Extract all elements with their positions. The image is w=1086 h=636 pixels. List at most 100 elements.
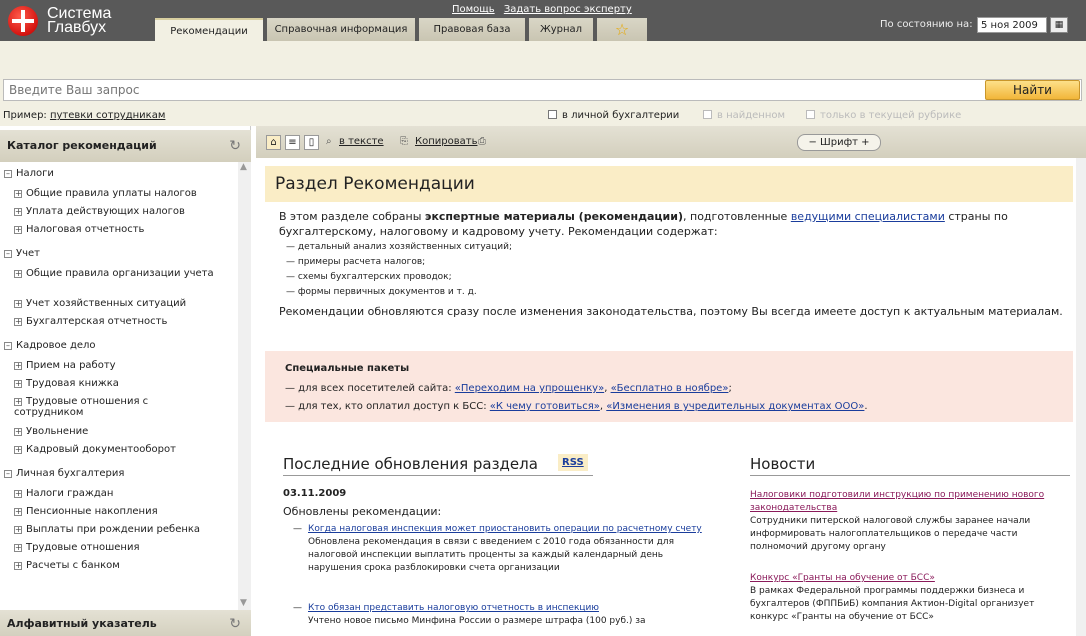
left-panel: Каталог рекомендаций ↻ – Налоги + Общие пр… xyxy=(0,126,251,636)
example-link[interactable]: путевки сотрудникам xyxy=(50,110,165,121)
rss-link[interactable]: RSS xyxy=(558,454,588,471)
expand-icon[interactable]: + xyxy=(14,446,22,454)
update-text: Обновлена рекомендация в связи с введени… xyxy=(308,537,674,573)
search-example: Пример: путевки сотрудникам xyxy=(3,110,166,121)
expand-icon[interactable]: + xyxy=(14,428,22,436)
expand-icon[interactable]: + xyxy=(14,380,22,388)
expand-icon[interactable]: + xyxy=(14,562,22,570)
catalog-item[interactable]: + Бухгалтерская отчетность xyxy=(0,316,167,327)
catalog-item[interactable]: + Расчеты с банком xyxy=(0,560,120,571)
content-scrollbar[interactable] xyxy=(1076,158,1086,636)
expand-icon[interactable]: + xyxy=(14,398,22,406)
document-icon[interactable]: ▯ xyxy=(304,135,319,150)
expand-icon[interactable]: + xyxy=(14,208,22,216)
tab-journal[interactable]: Журнал xyxy=(529,18,593,41)
package-link[interactable]: «Переходим на упрощенку» xyxy=(455,383,604,394)
collapse-icon[interactable]: – xyxy=(4,470,12,478)
expand-icon[interactable]: + xyxy=(14,190,22,198)
expand-icon[interactable]: + xyxy=(14,508,22,516)
date-label: По состоянию на: xyxy=(880,19,973,30)
expand-icon[interactable]: + xyxy=(14,362,22,370)
catalog-item[interactable]: + Общие правила уплаты налогов xyxy=(0,188,197,199)
expand-icon[interactable]: + xyxy=(14,270,22,278)
expand-icon[interactable]: + xyxy=(14,526,22,534)
search-button[interactable]: Найти xyxy=(985,80,1080,100)
alpha-index-header[interactable]: Алфавитный указатель ↻ xyxy=(0,610,251,636)
expand-icon[interactable]: + xyxy=(14,318,22,326)
filter-current-section[interactable]: только в текущей рубрике xyxy=(806,110,961,121)
content-toolbar: ⌂ ≡ ▯ ⌕ в тексте ⎘ Копировать ⎙ − Шрифт … xyxy=(256,126,1086,158)
search-text-icon[interactable]: ⌕ xyxy=(326,136,332,147)
updates-title: Последние обновления раздела xyxy=(283,455,538,473)
scroll-up-icon[interactable]: ▲ xyxy=(240,162,247,172)
catalog-group-accounting[interactable]: – Учет xyxy=(4,248,40,259)
section-title-box: Раздел Рекомендации xyxy=(265,166,1073,202)
catalog-item[interactable]: + Увольнение xyxy=(0,426,88,437)
list-item: — детальный анализ хозяйственных ситуаци… xyxy=(286,242,513,252)
collapse-icon[interactable]: – xyxy=(4,170,12,178)
date-input[interactable] xyxy=(977,17,1047,33)
list-item: — формы первичных документов и т. д. xyxy=(286,287,477,297)
expand-icon[interactable]: + xyxy=(14,490,22,498)
update-link[interactable]: Кто обязан представить налоговую отчетно… xyxy=(308,603,599,613)
ask-expert-link[interactable]: Задать вопрос эксперту xyxy=(504,4,632,15)
search-in-text-link[interactable]: в тексте xyxy=(339,136,384,147)
search-bar: Найти Пример: путевки сотрудникам в личн… xyxy=(0,41,1086,126)
catalog-item[interactable]: + Кадровый документооборот xyxy=(0,444,176,455)
favorites-star-icon[interactable]: ☆ xyxy=(597,18,647,41)
update-link[interactable]: Когда налоговая инспекция может приостан… xyxy=(308,524,702,534)
expand-icon[interactable]: + xyxy=(14,300,22,308)
bullet-list: — детальный анализ хозяйственных ситуаци… xyxy=(286,240,512,300)
catalog-item[interactable]: + Трудовые отношения xyxy=(0,542,139,553)
news-title: Новости xyxy=(750,455,816,473)
catalog-item[interactable]: + Уплата действующих налогов xyxy=(0,206,185,217)
print-icon[interactable]: ⎙ xyxy=(478,136,486,147)
catalog-group-hr[interactable]: – Кадровое дело xyxy=(4,340,96,351)
news-text: Сотрудники питерской налоговой службы за… xyxy=(750,516,1031,552)
calendar-icon[interactable]: ▦ xyxy=(1050,17,1068,33)
package-link[interactable]: «К чему готовиться» xyxy=(490,401,600,412)
copy-icon[interactable]: ⎘ xyxy=(400,136,408,147)
catalog-item[interactable]: + Трудовая книжка xyxy=(0,378,119,389)
catalog-item[interactable]: + Налоги граждан xyxy=(0,488,113,499)
catalog-item[interactable]: + Учет хозяйственных ситуаций xyxy=(0,298,186,309)
font-increase-button[interactable]: + xyxy=(861,137,869,148)
catalog-item[interactable]: + Налоговая отчетность xyxy=(0,224,144,235)
package-link[interactable]: «Изменения в учредительных документах ОО… xyxy=(606,401,864,412)
filter-in-found[interactable]: в найденном xyxy=(703,110,785,121)
catalog-group-personal[interactable]: – Личная бухгалтерия xyxy=(4,468,124,479)
catalog-item[interactable]: + Трудовые отношения с сотрудником xyxy=(0,396,200,418)
search-input[interactable] xyxy=(3,79,1082,101)
font-decrease-button[interactable]: − xyxy=(808,137,816,148)
expand-icon[interactable]: + xyxy=(14,226,22,234)
catalog-item[interactable]: + Общие правила организации учета xyxy=(0,268,220,279)
checkbox-icon xyxy=(548,110,557,119)
list-item: — схемы бухгалтерских проводок; xyxy=(286,272,452,282)
experts-link[interactable]: ведущими специалистами xyxy=(791,210,945,223)
collapse-icon[interactable]: – xyxy=(4,250,12,258)
list-icon[interactable]: ≡ xyxy=(285,135,300,150)
news-link[interactable]: Налоговики подготовили инструкцию по при… xyxy=(750,490,1044,513)
catalog-item[interactable]: + Пенсионные накопления xyxy=(0,506,158,517)
copy-link[interactable]: Копировать xyxy=(415,136,477,147)
refresh-icon[interactable]: ↻ xyxy=(229,610,241,636)
catalog-group-taxes[interactable]: – Налоги xyxy=(4,168,54,179)
left-scrollbar[interactable]: ▲ ▼ xyxy=(238,162,251,610)
tab-recommendations[interactable]: Рекомендации xyxy=(155,18,263,41)
help-link[interactable]: Помощь xyxy=(452,4,495,15)
news-link[interactable]: Конкурс «Гранты на обучение от БСС» xyxy=(750,573,935,583)
catalog-item[interactable]: + Прием на работу xyxy=(0,360,116,371)
checkbox-icon xyxy=(806,110,815,119)
tab-legal-base[interactable]: Правовая база xyxy=(419,18,525,41)
refresh-icon[interactable]: ↻ xyxy=(229,130,241,162)
home-icon[interactable]: ⌂ xyxy=(266,135,281,150)
filter-personal-accounting[interactable]: в личной бухгалтерии xyxy=(548,110,679,121)
collapse-icon[interactable]: – xyxy=(4,342,12,350)
package-link[interactable]: «Бесплатно в ноябре» xyxy=(611,383,729,394)
font-size-control: − Шрифт + xyxy=(797,134,881,151)
list-item: — примеры расчета налогов; xyxy=(286,257,426,267)
tab-reference[interactable]: Справочная информация xyxy=(267,18,415,41)
catalog-item[interactable]: + Выплаты при рождении ребенка xyxy=(0,524,200,535)
expand-icon[interactable]: + xyxy=(14,544,22,552)
scroll-down-icon[interactable]: ▼ xyxy=(240,598,247,608)
